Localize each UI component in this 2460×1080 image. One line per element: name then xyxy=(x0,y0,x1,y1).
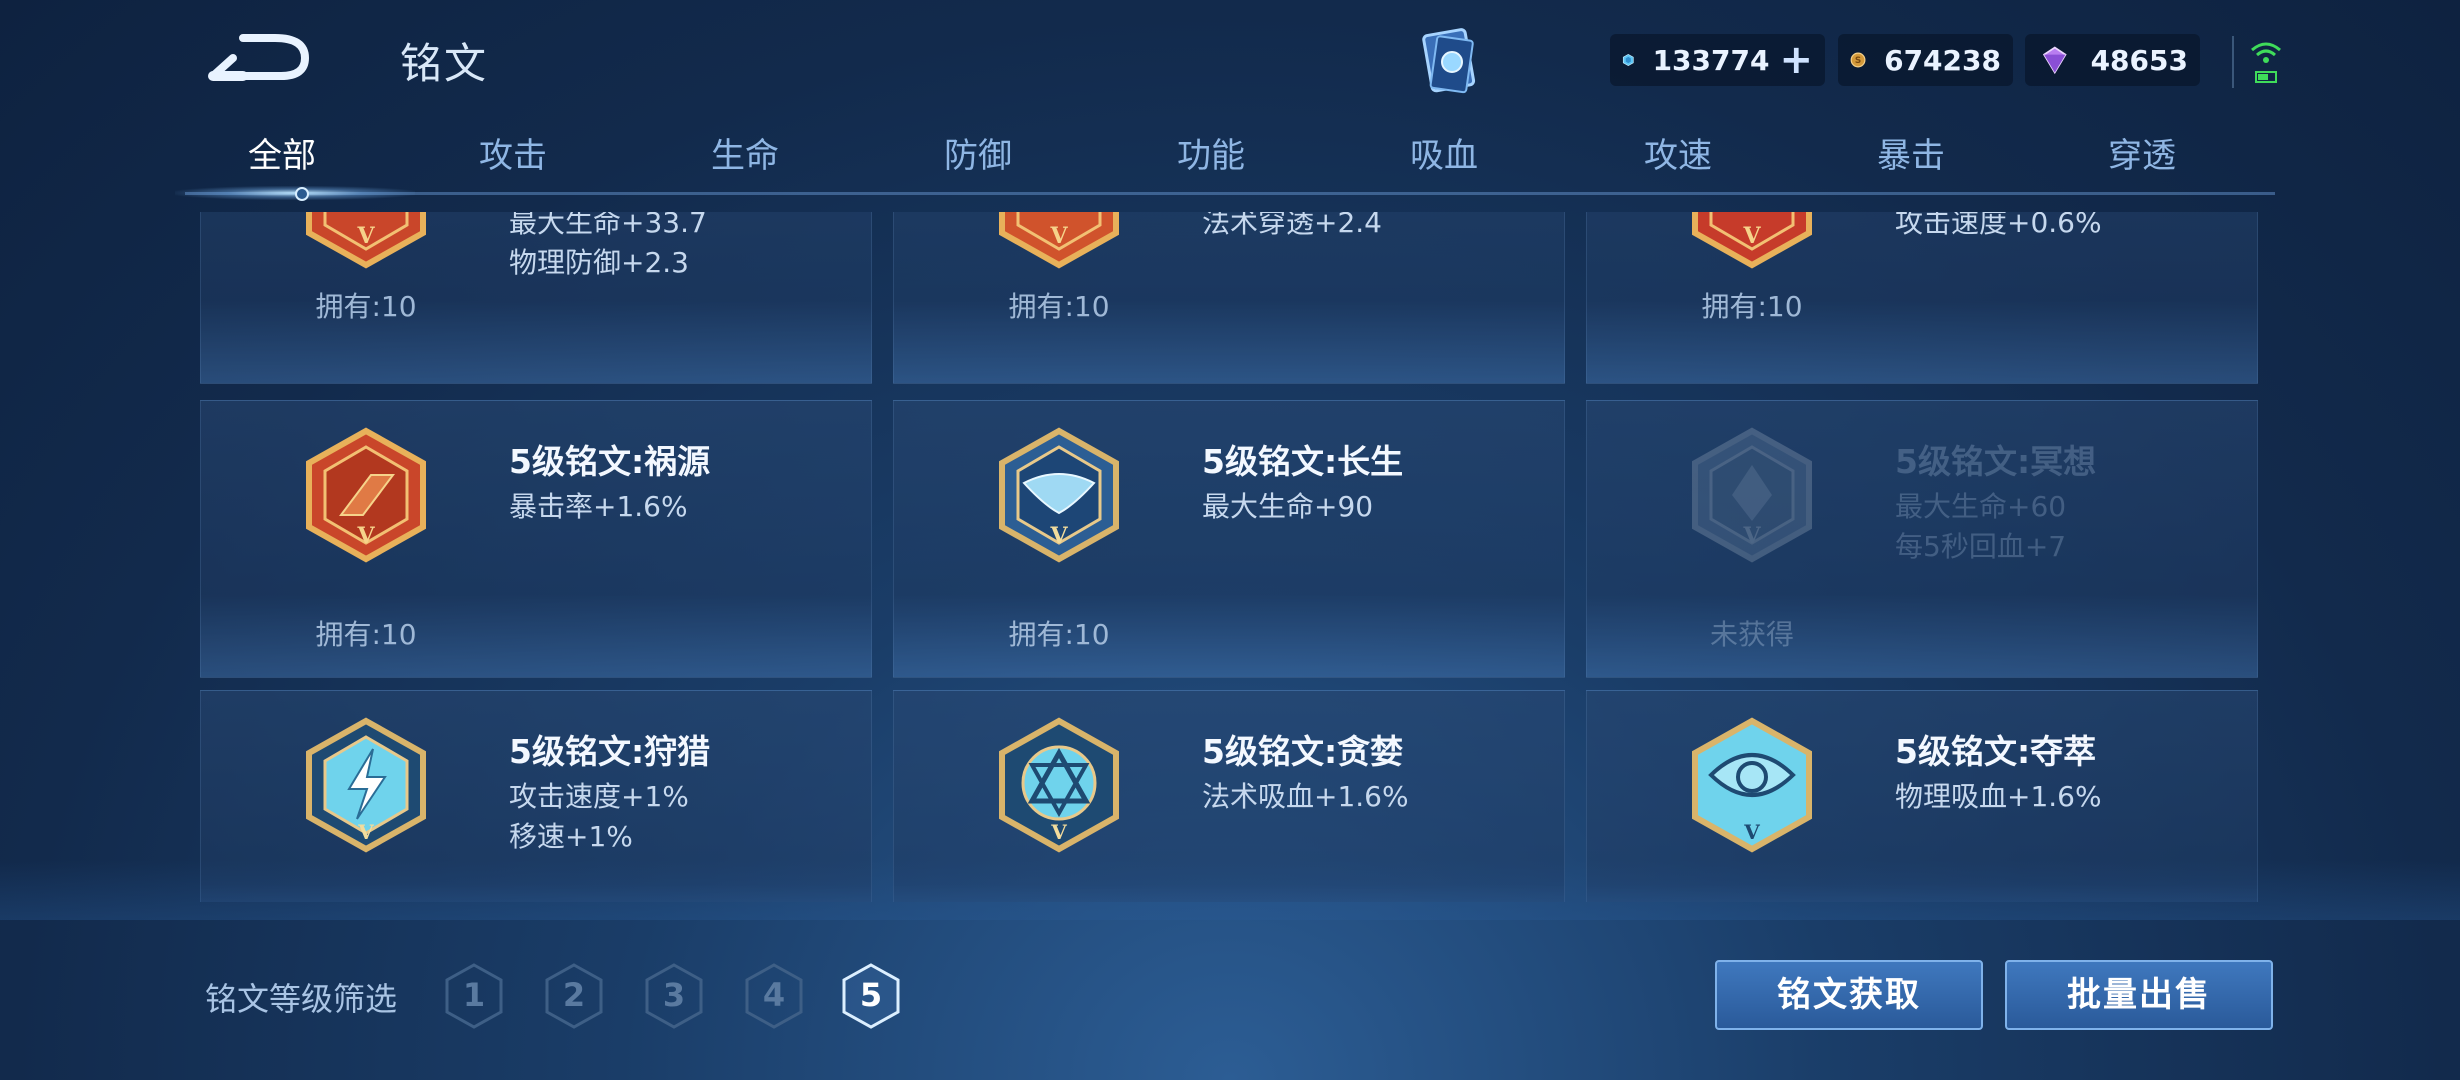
blue-inscription-emblem-icon: V xyxy=(999,427,1119,563)
card-name: 5级铭文:冥想 xyxy=(1895,442,2097,481)
active-tab-indicator xyxy=(295,187,309,201)
top-bar: 铭文 133774 + S 674238 48653 xyxy=(0,0,2460,130)
tab-health[interactable]: 生命 xyxy=(665,128,825,177)
card-attribute: 物理防御+2.3 xyxy=(509,246,689,279)
card-name: 5级铭文:祸源 xyxy=(509,442,711,481)
svg-text:V: V xyxy=(1049,523,1068,549)
bulk-sell-button[interactable]: 批量出售 xyxy=(2005,960,2273,1030)
svg-text:V: V xyxy=(1742,223,1761,249)
inscription-card[interactable]: V 最大生命+33.7 物理防御+2.3 拥有:10 xyxy=(200,212,872,384)
inscription-obtain-button[interactable]: 铭文获取 xyxy=(1715,960,1983,1030)
card-attribute: 法术穿透+2.4 xyxy=(1202,212,1382,239)
card-name: 5级铭文:长生 xyxy=(1202,442,1404,481)
inscription-grid: V 最大生命+33.7 物理防御+2.3 拥有:10 V 法术穿透+2.4 拥有… xyxy=(200,212,2260,902)
card-attribute: 攻击速度+1% xyxy=(509,780,689,813)
svg-text:V: V xyxy=(1743,820,1760,844)
svg-text:V: V xyxy=(1049,223,1068,249)
gold-coin-icon: S xyxy=(1850,52,1866,68)
level-number: 3 xyxy=(662,976,686,1014)
card-attribute: 物理吸血+1.6% xyxy=(1895,780,2102,813)
blue-inscription-emblem-icon: V xyxy=(1692,427,1812,563)
inscription-card-mingxiang[interactable]: V 5级铭文:冥想 最大生命+60 每5秒回血+7 未获得 xyxy=(1586,400,2258,678)
inscription-card-huoyuan[interactable]: V 5级铭文:祸源 暴击率+1.6% 拥有:10 xyxy=(200,400,872,678)
tab-attack[interactable]: 攻击 xyxy=(433,128,593,177)
level-filter-4[interactable]: 4 xyxy=(743,962,805,1030)
bottom-glow xyxy=(0,860,2460,920)
gold-counter: S 674238 xyxy=(1838,34,2013,86)
cyan-inscription-emblem-icon: V xyxy=(999,717,1119,853)
level-number: 5 xyxy=(859,976,883,1014)
level-number: 2 xyxy=(562,976,586,1014)
card-attribute: 移速+1% xyxy=(509,820,633,853)
back-arrow-icon[interactable] xyxy=(205,28,315,88)
level-filter-2[interactable]: 2 xyxy=(543,962,605,1030)
card-attribute: 攻击速度+0.6% xyxy=(1895,212,2102,239)
level-number: 1 xyxy=(462,976,486,1014)
diamond-coupon-icon xyxy=(1622,53,1634,67)
diamond-coupon-counter: 133774 + xyxy=(1610,34,1825,86)
inscription-card-changsheng[interactable]: V 5级铭文:长生 最大生命+90 拥有:10 xyxy=(893,400,1565,678)
tab-attack-speed[interactable]: 攻速 xyxy=(1598,128,1758,177)
not-obtained-label: 未获得 xyxy=(1709,618,1794,651)
card-attribute: 每5秒回血+7 xyxy=(1895,530,2067,563)
crystal-counter: 48653 xyxy=(2025,34,2200,86)
card-attribute: 最大生命+90 xyxy=(1202,490,1374,523)
tab-penetration[interactable]: 穿透 xyxy=(2062,128,2222,177)
cyan-inscription-emblem-icon: V xyxy=(306,717,426,853)
recharge-plus-icon[interactable]: + xyxy=(1779,40,1813,80)
crystal-value: 48653 xyxy=(2090,43,2188,77)
red-inscription-emblem-icon: V xyxy=(999,212,1119,269)
level-filter-1[interactable]: 1 xyxy=(443,962,505,1030)
red-inscription-emblem-icon: V xyxy=(306,427,426,563)
tab-underline xyxy=(185,192,2275,195)
owned-count: 拥有:10 xyxy=(1008,618,1110,651)
card-name: 5级铭文:夺萃 xyxy=(1895,732,2097,771)
inscription-card[interactable]: V 攻击速度+0.6% 拥有:10 xyxy=(1586,212,2258,384)
card-attribute: 暴击率+1.6% xyxy=(509,490,688,523)
svg-text:S: S xyxy=(1855,56,1861,66)
category-tabs: 全部 攻击 生命 防御 功能 吸血 攻速 暴击 穿透 xyxy=(185,128,2275,198)
svg-text:V: V xyxy=(1742,523,1761,549)
owned-count: 拥有:10 xyxy=(315,618,417,651)
svg-text:V: V xyxy=(356,523,375,549)
diamond-coupon-value: 133774 xyxy=(1652,43,1770,77)
card-attribute: 法术吸血+1.6% xyxy=(1202,780,1409,813)
svg-text:V: V xyxy=(357,820,374,844)
page-title: 铭文 xyxy=(400,39,489,88)
svg-text:V: V xyxy=(356,223,375,249)
card-attribute: 最大生命+60 xyxy=(1895,490,2067,523)
level-filter-3[interactable]: 3 xyxy=(643,962,705,1030)
level-filter-label: 铭文等级筛选 xyxy=(205,980,398,1018)
card-attribute: 最大生命+33.7 xyxy=(509,212,707,239)
tab-critical[interactable]: 暴击 xyxy=(1831,128,1991,177)
owned-count: 拥有:10 xyxy=(315,290,417,323)
wifi-signal-icon xyxy=(2251,42,2281,83)
level-filter-5[interactable]: 5 xyxy=(840,962,902,1030)
card-name: 5级铭文:贪婪 xyxy=(1202,732,1404,771)
tab-lifesteal[interactable]: 吸血 xyxy=(1364,128,1524,177)
level-number: 4 xyxy=(762,976,786,1014)
cyan-inscription-emblem-icon: V xyxy=(1692,717,1812,853)
owned-count: 拥有:10 xyxy=(1008,290,1110,323)
card-name: 5级铭文:狩猎 xyxy=(509,732,711,771)
tab-defense[interactable]: 防御 xyxy=(898,128,1058,177)
inscription-card[interactable]: V 法术穿透+2.4 拥有:10 xyxy=(893,212,1565,384)
red-inscription-emblem-icon: V xyxy=(306,212,426,269)
crystal-icon xyxy=(2042,46,2067,75)
inscription-book-icon[interactable] xyxy=(1410,22,1490,102)
tab-function[interactable]: 功能 xyxy=(1131,128,1291,177)
tab-all[interactable]: 全部 xyxy=(202,128,362,177)
owned-count: 拥有:10 xyxy=(1701,290,1803,323)
red-inscription-emblem-icon: V xyxy=(1692,212,1812,269)
svg-text:V: V xyxy=(1050,820,1067,844)
gold-value: 674238 xyxy=(1884,43,2001,77)
header-divider xyxy=(2232,36,2234,88)
